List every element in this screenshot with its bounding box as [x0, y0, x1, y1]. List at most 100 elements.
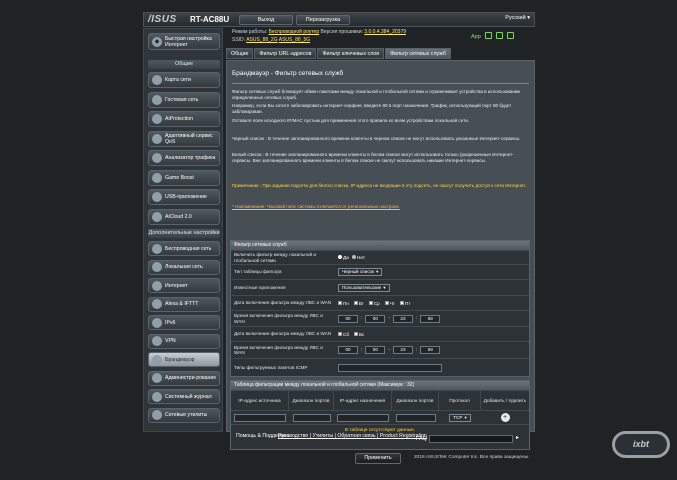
filter-enable-yes[interactable]: Да — [338, 254, 349, 261]
checkbox-icon — [384, 301, 389, 305]
day-checkbox[interactable]: Ср — [368, 301, 380, 306]
weekday-label: Дата включения фильтра между ЛВС и WAN — [234, 300, 332, 306]
description-1: Фильтр сетевых служб блокирует обмен пак… — [232, 89, 520, 101]
day-checkbox[interactable]: Сб — [338, 332, 349, 337]
time-input[interactable]: 59 — [420, 346, 441, 354]
chevron-down-icon: ▾ — [527, 15, 530, 21]
sidebar-item-guest-network[interactable]: Гостевая сеть — [148, 91, 220, 108]
sidebar-item-vpn[interactable]: VPN — [148, 333, 220, 349]
blacklist-description: Черный список : В течение запланированно… — [232, 136, 521, 141]
sidebar-item-label: Системный журнал — [165, 393, 212, 400]
time-input[interactable]: 00 — [338, 314, 358, 323]
sidebar-item-label: Анализатор трафика — [165, 155, 216, 161]
sidebar-item-alexa[interactable]: Alexa & IFTTT — [148, 296, 220, 312]
sidebar-item-label: Карта сети — [165, 77, 191, 83]
sidebar-item-ipv6[interactable]: IPv6 — [148, 315, 220, 330]
day-checkbox[interactable]: Вс — [353, 331, 365, 337]
weekday-row: Дата включения фильтра между ЛВС и WAN П… — [231, 295, 529, 310]
logout-button[interactable]: Выход — [239, 15, 293, 25]
game-boost-icon — [152, 172, 162, 183]
sidebar-item-aiprotection[interactable]: AiProtection — [148, 111, 220, 127]
reboot-button[interactable]: Перезагрузка — [296, 15, 350, 25]
dest-port-input[interactable] — [395, 413, 436, 422]
apply-button[interactable]: Применить — [355, 453, 401, 464]
time-input[interactable]: 23 — [392, 346, 413, 354]
tab-3[interactable]: Фильтр ключевых слов — [317, 48, 385, 59]
language-select[interactable]: Русский ▾ — [505, 15, 530, 21]
tab-1[interactable]: Общие — [226, 48, 254, 59]
usb-status-icon[interactable] — [507, 32, 514, 39]
source-port-input[interactable] — [292, 413, 331, 422]
sidebar-item-network-map[interactable]: Карта сети — [148, 72, 220, 88]
sidebar-item-label: Администри-рование — [165, 375, 217, 381]
add-rule-button[interactable]: + — [500, 413, 510, 422]
sidebar-item-label: Локальная сеть — [165, 264, 203, 270]
weekend-label: Дата включения фильтра между ЛВС и WAN — [234, 331, 332, 337]
faq-go-icon[interactable]: ▸ — [516, 434, 528, 443]
chevron-down-icon: ▾ — [464, 414, 467, 420]
tab-4[interactable]: Фильтр сетевых служб — [385, 48, 451, 59]
day-label: Пт — [404, 300, 411, 306]
time-input[interactable]: 00 — [338, 346, 358, 354]
filter-enable-label: Включить фильтр между локальной и глобал… — [234, 252, 317, 263]
watermark-logo: ixbt — [612, 431, 670, 458]
sidebar-item-label: Беспроводная сеть — [165, 245, 212, 252]
page-title: Брандмауэр - Фильтр сетевых служб — [232, 70, 344, 77]
known-apps-select[interactable]: Пользовательские ▾ — [338, 283, 390, 292]
sidebar-item-wan[interactable]: Интернет — [148, 278, 220, 293]
faq-label: FAQ — [416, 436, 428, 442]
time-separator: : — [361, 347, 363, 353]
sidebar-item-network-tools[interactable]: Сетевые утилиты — [148, 407, 220, 423]
rule-input-row: TCP ▾ + — [231, 410, 529, 424]
checkbox-icon — [338, 301, 342, 305]
sidebar: ◆ Быстрая настройка Интернет Общие Карта… — [143, 28, 223, 432]
sidebar-item-administration[interactable]: Администри-рование — [148, 370, 220, 386]
sidebar-item-usb-app[interactable]: USB-приложение — [148, 189, 220, 205]
internet-status-icon[interactable] — [485, 32, 492, 39]
timezone-reminder[interactable]: * Напоминание: Часовой пояс системы отли… — [232, 204, 528, 210]
day-label: Вс — [358, 331, 365, 337]
icmp-input[interactable] — [338, 363, 442, 372]
source-ip-input[interactable] — [234, 413, 286, 422]
footer-links[interactable]: Руководство | Утилиты | Обратная связь |… — [278, 433, 427, 440]
day-checkbox[interactable]: Вт — [353, 301, 364, 306]
subnet-note: Примечание : При задании подсети для бел… — [232, 183, 527, 188]
main-area: Режим работы: Беспроводной роутер Версия… — [226, 28, 535, 464]
advanced-section-header: Дополнительные настройки — [148, 229, 220, 238]
traffic-analyzer-icon — [152, 153, 162, 163]
day-checkbox[interactable]: Чт — [384, 300, 395, 306]
sidebar-item-wireless[interactable]: Беспроводная сеть — [148, 241, 220, 256]
quick-setup-button[interactable]: ◆ Быстрая настройка Интернет — [148, 33, 220, 50]
sidebar-item-system-log[interactable]: Системный журнал — [148, 389, 220, 404]
sidebar-item-label: Гостевая сеть — [165, 96, 199, 103]
tab-2[interactable]: Фильтр URL-адресов — [254, 48, 317, 59]
app-link[interactable]: App — [471, 34, 481, 40]
filter-settings-table: Фильтр сетевых служб Включить фильтр меж… — [230, 240, 530, 377]
lan-icon — [152, 262, 162, 272]
day-checkbox[interactable]: Пт — [399, 300, 411, 306]
sidebar-item-traffic-analyzer[interactable]: Анализатор трафика — [148, 150, 220, 166]
faq-search-input[interactable] — [429, 435, 513, 443]
mode-value[interactable]: Беспроводной роутер — [269, 29, 320, 35]
time-input[interactable]: 23 — [392, 314, 413, 323]
dest-ip-input[interactable] — [337, 413, 389, 422]
sidebar-item-lan[interactable]: Локальная сеть — [148, 259, 220, 275]
time-input[interactable]: 00 — [365, 314, 386, 323]
time-input[interactable]: 00 — [365, 346, 386, 354]
no-label: Нет — [356, 255, 366, 261]
sidebar-item-game-boost[interactable]: Game Boost — [148, 169, 220, 186]
sidebar-item-qos[interactable]: Адаптивный сервис QoS — [148, 130, 220, 147]
filter-type-row: Тип таблицы фильтра Черный список ▾ — [231, 264, 529, 279]
filter-enable-no[interactable]: Нет — [351, 254, 366, 261]
radio-selected-icon — [338, 254, 342, 259]
protocol-select[interactable]: TCP ▾ — [449, 413, 471, 422]
col-source-ports: Диапазон портов — [289, 391, 334, 410]
sidebar-item-firewall[interactable]: Брандмауэр — [148, 352, 220, 367]
time-input[interactable]: 59 — [420, 314, 441, 323]
sidebar-item-aicloud[interactable]: AiCloud 2.0 — [148, 208, 220, 225]
day-checkbox[interactable]: Пн — [338, 301, 349, 306]
wifi-status-icon[interactable] — [496, 32, 503, 39]
fw-value[interactable]: 3.0.0.4.384_20379 — [364, 29, 406, 35]
filter-type-select[interactable]: Черный список ▾ — [338, 268, 383, 276]
day-label: Чт — [389, 300, 395, 306]
